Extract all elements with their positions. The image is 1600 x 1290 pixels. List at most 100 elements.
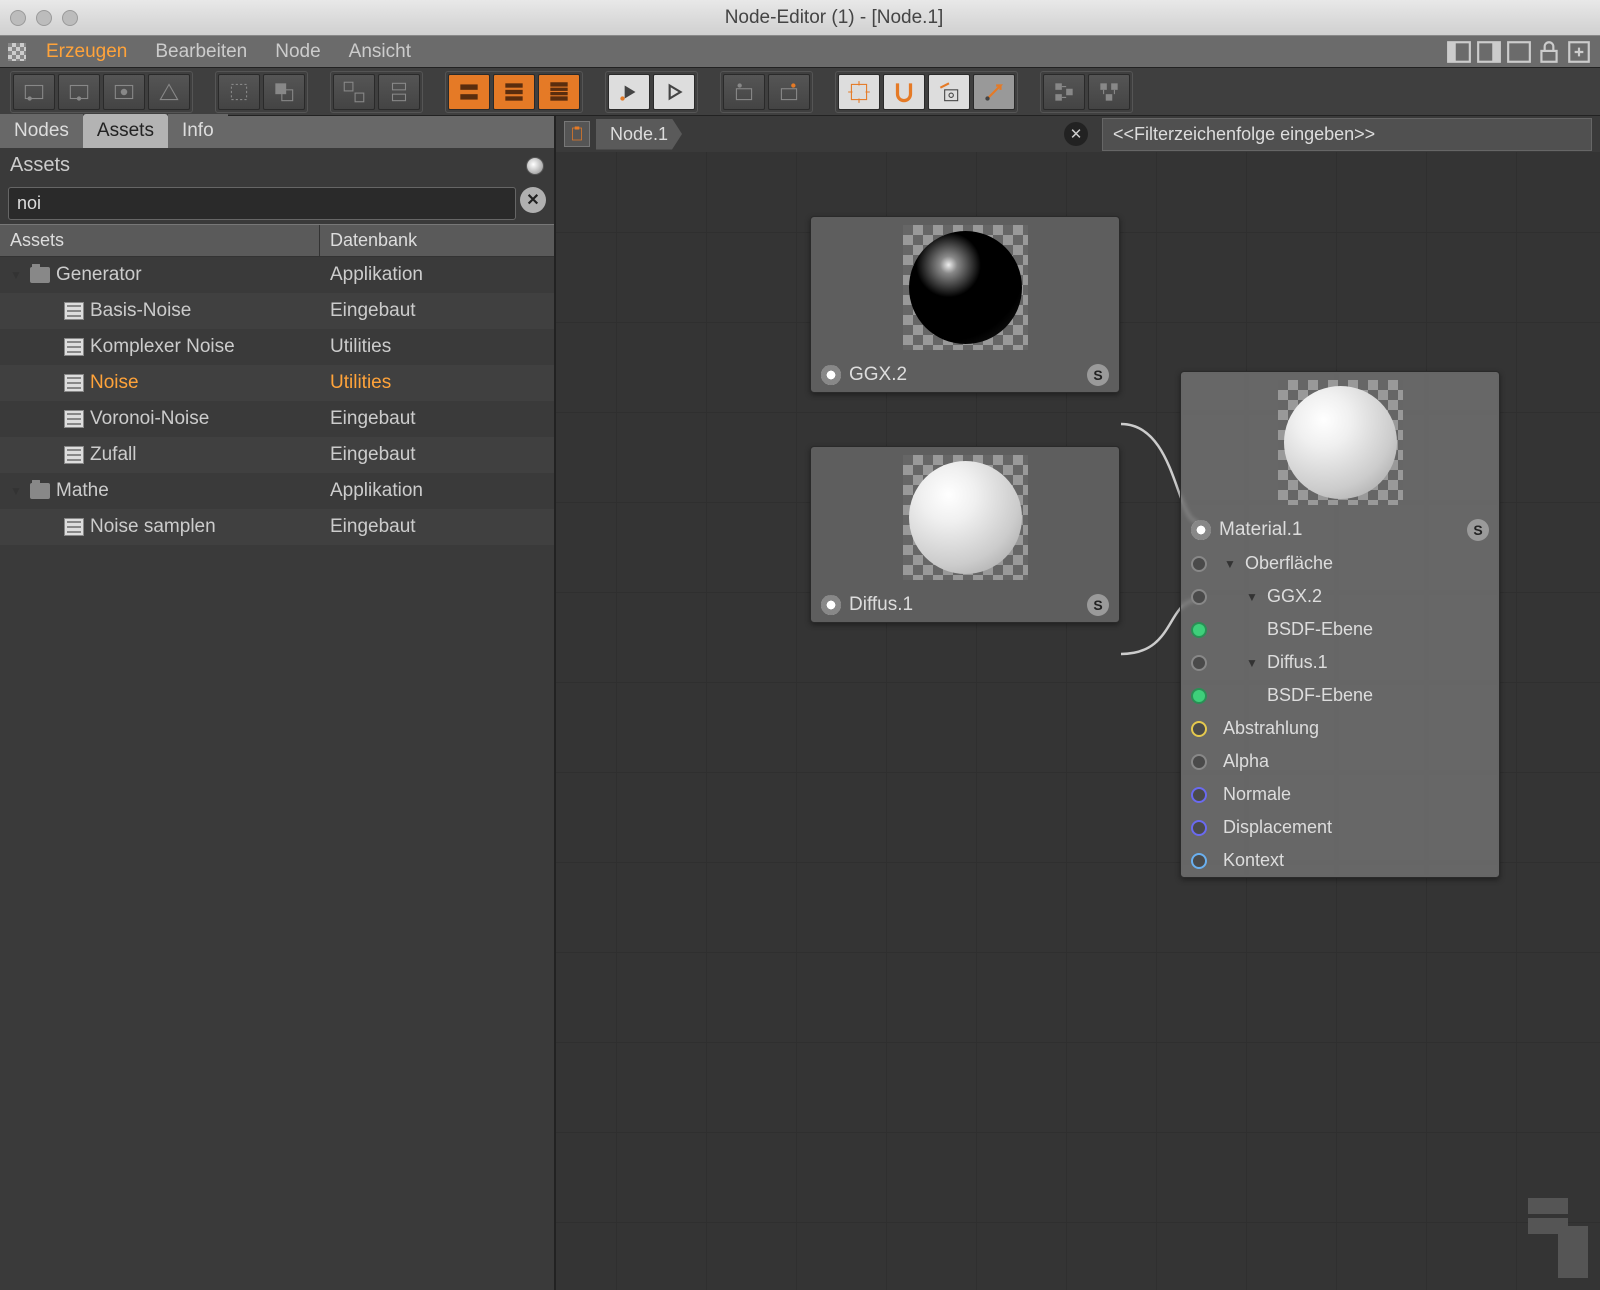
tool-port-show-1[interactable] [723, 74, 765, 110]
tool-magnet[interactable] [883, 74, 925, 110]
tool-group-a2[interactable] [263, 74, 305, 110]
port-icon[interactable] [1191, 721, 1207, 737]
layout-full-icon[interactable] [1506, 39, 1532, 65]
tab-info[interactable]: Info [168, 114, 228, 148]
tree-row[interactable]: ▼GeneratorApplikation [0, 257, 554, 293]
layout-left-icon[interactable] [1446, 39, 1472, 65]
port-icon[interactable] [1191, 820, 1207, 836]
tool-group-a1[interactable] [218, 74, 260, 110]
solo-badge[interactable]: S [1087, 364, 1109, 386]
lock-icon[interactable] [1536, 39, 1562, 65]
chevron-down-icon[interactable]: ▼ [1223, 557, 1237, 571]
breadcrumb-close-icon[interactable]: ✕ [1064, 122, 1088, 146]
chevron-down-icon[interactable]: ▼ [1245, 590, 1259, 604]
filter-input[interactable]: <<Filterzeichenfolge eingeben>> [1102, 118, 1592, 151]
navigator-minimap[interactable] [1488, 1198, 1588, 1278]
tool-triangle[interactable] [148, 74, 190, 110]
tool-ungroup-2[interactable] [378, 74, 420, 110]
tool-ungroup-1[interactable] [333, 74, 375, 110]
output-row[interactable]: BSDF-Ebene [1181, 679, 1499, 712]
output-row[interactable]: BSDF-Ebene [1181, 613, 1499, 646]
output-row[interactable]: ▼Oberfläche [1181, 547, 1499, 580]
tree-row[interactable]: Voronoi-NoiseEingebaut [0, 401, 554, 437]
tree-label: Generator [56, 264, 142, 286]
tree-row[interactable]: NoiseUtilities [0, 365, 554, 401]
menu-node[interactable]: Node [261, 41, 334, 63]
port-icon[interactable] [1191, 787, 1207, 803]
output-row[interactable]: ▼GGX.2 [1181, 580, 1499, 613]
node-item-icon [64, 302, 84, 320]
tool-play[interactable] [653, 74, 695, 110]
tool-port-show-2[interactable] [768, 74, 810, 110]
tree-db: Eingebaut [320, 516, 554, 538]
chevron-down-icon[interactable]: ▼ [1245, 656, 1259, 670]
solo-badge[interactable]: S [1087, 594, 1109, 616]
breadcrumb-item[interactable]: Node.1 [596, 119, 682, 150]
port-icon[interactable] [1191, 853, 1207, 869]
col-datenbank[interactable]: Datenbank [320, 225, 554, 256]
tool-arrow-cursor[interactable] [973, 74, 1015, 110]
node-ggx[interactable]: GGX.2 S [810, 216, 1120, 393]
col-assets[interactable]: Assets [0, 225, 320, 256]
output-row[interactable]: Abstrahlung [1181, 712, 1499, 745]
tool-frame-2[interactable] [58, 74, 100, 110]
tool-align-bot[interactable] [538, 74, 580, 110]
assets-column-headers: Assets Datenbank [0, 224, 554, 257]
app-icon [8, 43, 26, 61]
clipboard-icon[interactable] [564, 121, 590, 147]
tree-row[interactable]: Basis-NoiseEingebaut [0, 293, 554, 329]
window-zoom-icon[interactable] [62, 10, 78, 26]
tool-layout-1[interactable] [1043, 74, 1085, 110]
menu-erzeugen[interactable]: Erzeugen [32, 41, 141, 63]
tool-frame-1[interactable] [13, 74, 55, 110]
menu-ansicht[interactable]: Ansicht [335, 41, 425, 63]
search-clear-icon[interactable]: ✕ [520, 187, 546, 213]
tool-align-top[interactable] [448, 74, 490, 110]
tree-row[interactable]: Komplexer NoiseUtilities [0, 329, 554, 365]
solo-badge[interactable]: S [1467, 519, 1489, 541]
output-row[interactable]: Alpha [1181, 745, 1499, 778]
output-row[interactable]: Normale [1181, 778, 1499, 811]
folder-icon [30, 483, 50, 499]
tool-eye-box[interactable] [928, 74, 970, 110]
layout-right-icon[interactable] [1476, 39, 1502, 65]
tree-label: Voronoi-Noise [90, 408, 209, 430]
node-diffus[interactable]: Diffus.1 S [810, 446, 1120, 623]
menu-bar: Erzeugen Bearbeiten Node Ansicht [0, 36, 1600, 68]
port-icon[interactable] [1191, 754, 1207, 770]
tree-row[interactable]: ZufallEingebaut [0, 437, 554, 473]
port-icon[interactable] [1191, 688, 1207, 704]
chevron-down-icon[interactable]: ▼ [10, 484, 24, 498]
tool-play-marker[interactable] [608, 74, 650, 110]
tree-db: Utilities [320, 336, 554, 358]
tool-layout-2[interactable] [1088, 74, 1130, 110]
tool-frame-3[interactable] [103, 74, 145, 110]
node-item-icon [64, 518, 84, 536]
chevron-down-icon[interactable]: ▼ [10, 268, 24, 282]
port-icon[interactable] [1191, 589, 1207, 605]
tool-align-mid[interactable] [493, 74, 535, 110]
add-panel-icon[interactable] [1566, 39, 1592, 65]
output-row[interactable]: Displacement [1181, 811, 1499, 844]
menu-bearbeiten[interactable]: Bearbeiten [141, 41, 261, 63]
tab-assets[interactable]: Assets [83, 114, 168, 148]
tree-db: Applikation [320, 480, 554, 502]
assets-tree[interactable]: ▼ Generator Applikation Basis-NoiseEingeba… [0, 257, 554, 1290]
port-icon[interactable] [1191, 655, 1207, 671]
output-row[interactable]: Kontext [1181, 844, 1499, 877]
tree-label: Mathe [56, 480, 109, 502]
search-input[interactable] [8, 187, 516, 220]
tool-snap-1[interactable] [838, 74, 880, 110]
tree-row[interactable]: Noise samplenEingebaut [0, 509, 554, 545]
window-close-icon[interactable] [10, 10, 26, 26]
port-icon[interactable] [1191, 622, 1207, 638]
node-material[interactable]: Material.1 S ▼Oberfläche▼GGX.2BSDF-Ebene… [1180, 371, 1500, 878]
tree-row[interactable]: ▼ Mathe Applikation [0, 473, 554, 509]
node-canvas[interactable]: Node.1 ✕ <<Filterzeichenfolge eingeben>>… [556, 116, 1600, 1290]
search-icon[interactable] [526, 157, 544, 175]
tab-nodes[interactable]: Nodes [0, 114, 83, 148]
node-item-icon [64, 338, 84, 356]
window-minimize-icon[interactable] [36, 10, 52, 26]
output-row[interactable]: ▼Diffus.1 [1181, 646, 1499, 679]
port-icon[interactable] [1191, 556, 1207, 572]
